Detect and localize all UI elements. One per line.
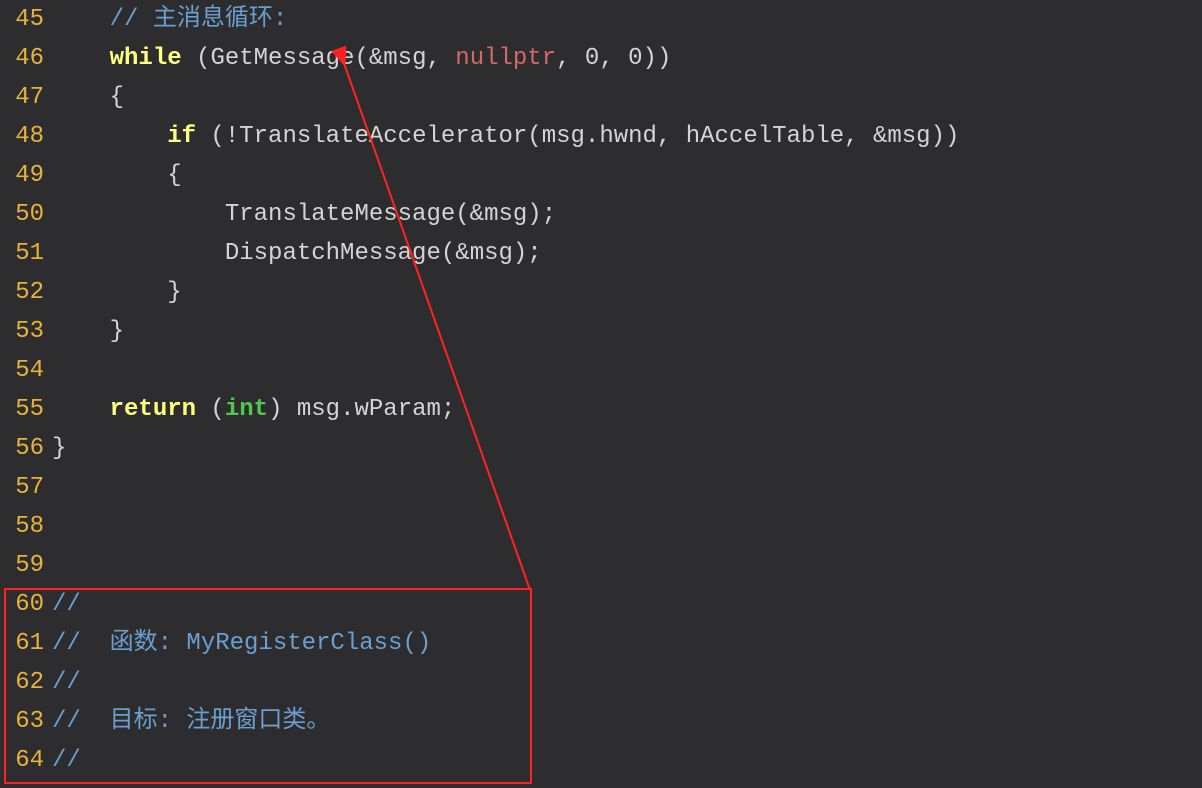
line-number: 62 <box>0 663 44 702</box>
token-punct: )) <box>931 123 960 150</box>
code-line[interactable]: } <box>52 312 1202 351</box>
token-ident: msg <box>470 240 513 267</box>
code-line[interactable]: // 函数: MyRegisterClass() <box>52 624 1202 663</box>
code-line[interactable]: } <box>52 273 1202 312</box>
token-punct: ( <box>354 45 368 72</box>
line-number: 56 <box>0 429 44 468</box>
token-ident: msg, <box>383 45 455 72</box>
token-punct: } <box>110 318 124 345</box>
token-punct: & <box>369 45 383 72</box>
line-number: 61 <box>0 624 44 663</box>
code-line[interactable] <box>52 351 1202 390</box>
code-line[interactable]: // <box>52 663 1202 702</box>
token-punct: ( <box>527 123 541 150</box>
token-punct: ; <box>441 396 455 423</box>
token-comment: // <box>52 669 81 696</box>
token-comment: // <box>52 747 81 774</box>
token-keyword-type: int <box>225 396 268 423</box>
line-number: 46 <box>0 39 44 78</box>
token-ident: TranslateAccelerator <box>239 123 527 150</box>
line-number: 63 <box>0 702 44 741</box>
token-punct: ); <box>527 201 556 228</box>
token-punct: { <box>110 84 124 111</box>
code-line[interactable]: while (GetMessage(&msg, nullptr, 0, 0)) <box>52 39 1202 78</box>
line-number: 58 <box>0 507 44 546</box>
token-ident: msg.wParam <box>297 396 441 423</box>
token-ident: DispatchMessage <box>225 240 441 267</box>
code-line[interactable]: TranslateMessage(&msg); <box>52 195 1202 234</box>
code-line[interactable]: return (int) msg.wParam; <box>52 390 1202 429</box>
token-keyword: if <box>167 123 196 150</box>
token-comment: // 函数: MyRegisterClass() <box>52 630 431 657</box>
token-nullptr: nullptr <box>455 45 556 72</box>
token-comment: // 主消息循环: <box>110 6 288 33</box>
token-punct: & <box>455 240 469 267</box>
code-line[interactable] <box>52 546 1202 585</box>
token-punct: { <box>167 162 181 189</box>
code-area[interactable]: // 主消息循环: while (GetMessage(&msg, nullpt… <box>52 0 1202 788</box>
line-number: 45 <box>0 0 44 39</box>
line-number: 48 <box>0 117 44 156</box>
code-line[interactable]: // 目标: 注册窗口类。 <box>52 702 1202 741</box>
token-comment: // 目标: 注册窗口类。 <box>52 708 330 735</box>
line-number: 54 <box>0 351 44 390</box>
code-line[interactable]: } <box>52 429 1202 468</box>
line-number: 60 <box>0 585 44 624</box>
code-line[interactable]: { <box>52 156 1202 195</box>
token-punct: ( <box>182 45 211 72</box>
line-number: 50 <box>0 195 44 234</box>
line-number: 47 <box>0 78 44 117</box>
line-number: 51 <box>0 234 44 273</box>
code-line[interactable]: // <box>52 741 1202 780</box>
token-ident: TranslateMessage <box>225 201 455 228</box>
code-line[interactable]: DispatchMessage(&msg); <box>52 234 1202 273</box>
code-line[interactable]: // 主消息循环: <box>52 0 1202 39</box>
line-number-gutter: 4546474849505152535455565758596061626364 <box>0 0 52 788</box>
line-number: 64 <box>0 741 44 780</box>
code-line[interactable] <box>52 507 1202 546</box>
token-punct: & <box>873 123 887 150</box>
line-number: 52 <box>0 273 44 312</box>
line-number: 57 <box>0 468 44 507</box>
line-number: 53 <box>0 312 44 351</box>
token-ident: msg.hwnd, hAccelTable, <box>542 123 873 150</box>
token-punct: (! <box>196 123 239 150</box>
token-ident: msg <box>887 123 930 150</box>
token-punct: ( <box>441 240 455 267</box>
token-ident: GetMessage <box>210 45 354 72</box>
token-punct: } <box>52 435 66 462</box>
code-line[interactable]: { <box>52 78 1202 117</box>
token-comment: // <box>52 591 81 618</box>
line-number: 55 <box>0 390 44 429</box>
line-number: 59 <box>0 546 44 585</box>
code-line[interactable]: if (!TranslateAccelerator(msg.hwnd, hAcc… <box>52 117 1202 156</box>
token-punct: ); <box>513 240 542 267</box>
token-punct: ( <box>196 396 225 423</box>
token-punct: & <box>470 201 484 228</box>
token-punct: ( <box>455 201 469 228</box>
token-ident: msg <box>484 201 527 228</box>
line-number: 49 <box>0 156 44 195</box>
token-punct: ) <box>268 396 297 423</box>
token-keyword: while <box>110 45 182 72</box>
code-line[interactable] <box>52 468 1202 507</box>
code-editor[interactable]: 4546474849505152535455565758596061626364… <box>0 0 1202 788</box>
token-keyword: return <box>110 396 196 423</box>
token-punct: , 0, 0)) <box>556 45 671 72</box>
code-line[interactable]: // <box>52 585 1202 624</box>
token-punct: } <box>167 279 181 306</box>
